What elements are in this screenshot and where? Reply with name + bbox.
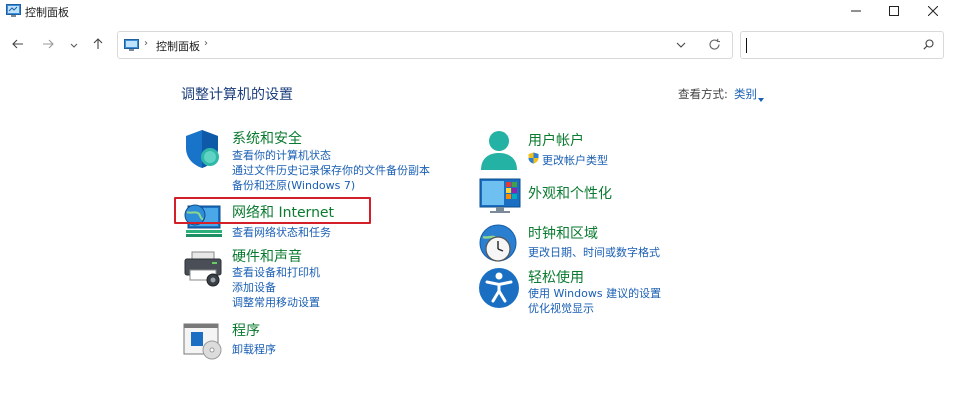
category-title[interactable]: 硬件和声音 bbox=[232, 246, 302, 266]
link-add-device[interactable]: 添加设备 bbox=[232, 279, 276, 295]
personalization-icon[interactable] bbox=[478, 178, 522, 222]
link-backup-restore[interactable]: 备份和还原(Windows 7) bbox=[232, 177, 355, 193]
printer-icon[interactable] bbox=[182, 246, 226, 290]
link-optimize-visual-display[interactable]: 优化视觉显示 bbox=[528, 300, 594, 316]
refresh-icon bbox=[708, 38, 721, 54]
view-by-dropdown[interactable]: 类别 bbox=[734, 86, 757, 102]
category-title[interactable]: 程序 bbox=[232, 320, 260, 340]
caret-down-icon[interactable] bbox=[758, 91, 764, 105]
minimize-button[interactable] bbox=[836, 0, 876, 22]
maximize-button[interactable] bbox=[874, 0, 914, 22]
minimize-icon bbox=[851, 6, 861, 16]
category-title[interactable]: 时钟和区域 bbox=[528, 223, 598, 243]
arrow-up-icon bbox=[93, 37, 103, 53]
control-panel-icon bbox=[6, 4, 21, 17]
category-title[interactable]: 系统和安全 bbox=[232, 128, 302, 148]
category-clock-region: 时钟和区域 更改日期、时间或数字格式 bbox=[478, 223, 698, 267]
up-button[interactable] bbox=[88, 35, 108, 55]
category-title[interactable]: 外观和个性化 bbox=[528, 183, 612, 203]
breadcrumb-separator[interactable]: › bbox=[144, 38, 148, 49]
window-title: 控制面板 bbox=[25, 6, 69, 19]
title-bar: 控制面板 bbox=[0, 0, 954, 24]
clock-globe-icon[interactable] bbox=[478, 223, 522, 267]
link-devices-printers[interactable]: 查看设备和打印机 bbox=[232, 264, 320, 280]
accessibility-icon[interactable] bbox=[478, 267, 522, 311]
text-cursor bbox=[746, 38, 747, 53]
refresh-button[interactable] bbox=[708, 38, 721, 54]
link-view-computer-status[interactable]: 查看你的计算机状态 bbox=[232, 147, 331, 163]
view-by-label: 查看方式: bbox=[678, 87, 728, 101]
category-appearance: 外观和个性化 bbox=[478, 178, 698, 218]
search-input[interactable] bbox=[749, 36, 914, 54]
address-history-dropdown[interactable] bbox=[676, 39, 686, 53]
control-panel-icon bbox=[124, 39, 139, 51]
chevron-down-icon bbox=[70, 38, 78, 52]
category-user-accounts: 用户帐户 更改帐户类型 bbox=[478, 130, 698, 174]
close-icon bbox=[928, 6, 938, 16]
link-change-date-time-format[interactable]: 更改日期、时间或数字格式 bbox=[528, 244, 660, 260]
highlight-box bbox=[174, 197, 371, 224]
category-title[interactable]: 用户帐户 bbox=[528, 130, 584, 150]
link-uninstall-program[interactable]: 卸载程序 bbox=[232, 341, 276, 357]
page-title: 调整计算机的设置 bbox=[181, 87, 293, 103]
uac-shield-icon bbox=[528, 152, 539, 167]
breadcrumb-control-panel[interactable]: 控制面板 bbox=[156, 38, 200, 54]
category-programs: 程序 卸载程序 bbox=[182, 320, 382, 364]
category-system-security: 系统和安全 查看你的计算机状态 通过文件历史记录保存你的文件备份副本 备份和还原… bbox=[182, 128, 442, 194]
category-ease-of-access: 轻松使用 使用 Windows 建议的设置 优化视觉显示 bbox=[478, 267, 698, 317]
recent-locations-button[interactable] bbox=[64, 35, 84, 55]
link-mobility-settings[interactable]: 调整常用移动设置 bbox=[232, 294, 320, 310]
arrow-left-icon bbox=[12, 38, 24, 52]
back-button[interactable] bbox=[8, 35, 28, 55]
category-title[interactable]: 轻松使用 bbox=[528, 267, 584, 287]
breadcrumb-separator[interactable]: › bbox=[204, 38, 208, 49]
address-bar[interactable]: › 控制面板 › bbox=[117, 31, 733, 59]
user-icon[interactable] bbox=[478, 130, 522, 174]
programs-icon[interactable] bbox=[182, 320, 226, 364]
arrow-right-icon bbox=[42, 38, 54, 52]
chevron-down-icon bbox=[676, 39, 686, 53]
close-button[interactable] bbox=[913, 0, 953, 22]
link-windows-recommended-settings[interactable]: 使用 Windows 建议的设置 bbox=[528, 285, 661, 301]
maximize-icon bbox=[889, 6, 899, 16]
link-file-history-backup[interactable]: 通过文件历史记录保存你的文件备份副本 bbox=[232, 162, 430, 178]
link-view-network-status[interactable]: 查看网络状态和任务 bbox=[232, 224, 331, 240]
search-box[interactable] bbox=[740, 31, 944, 59]
shield-icon[interactable] bbox=[182, 128, 226, 172]
category-hardware-sound: 硬件和声音 查看设备和打印机 添加设备 调整常用移动设置 bbox=[182, 246, 402, 310]
forward-button[interactable] bbox=[38, 35, 58, 55]
search-icon[interactable] bbox=[923, 39, 934, 53]
link-change-account-type[interactable]: 更改帐户类型 bbox=[542, 152, 608, 168]
